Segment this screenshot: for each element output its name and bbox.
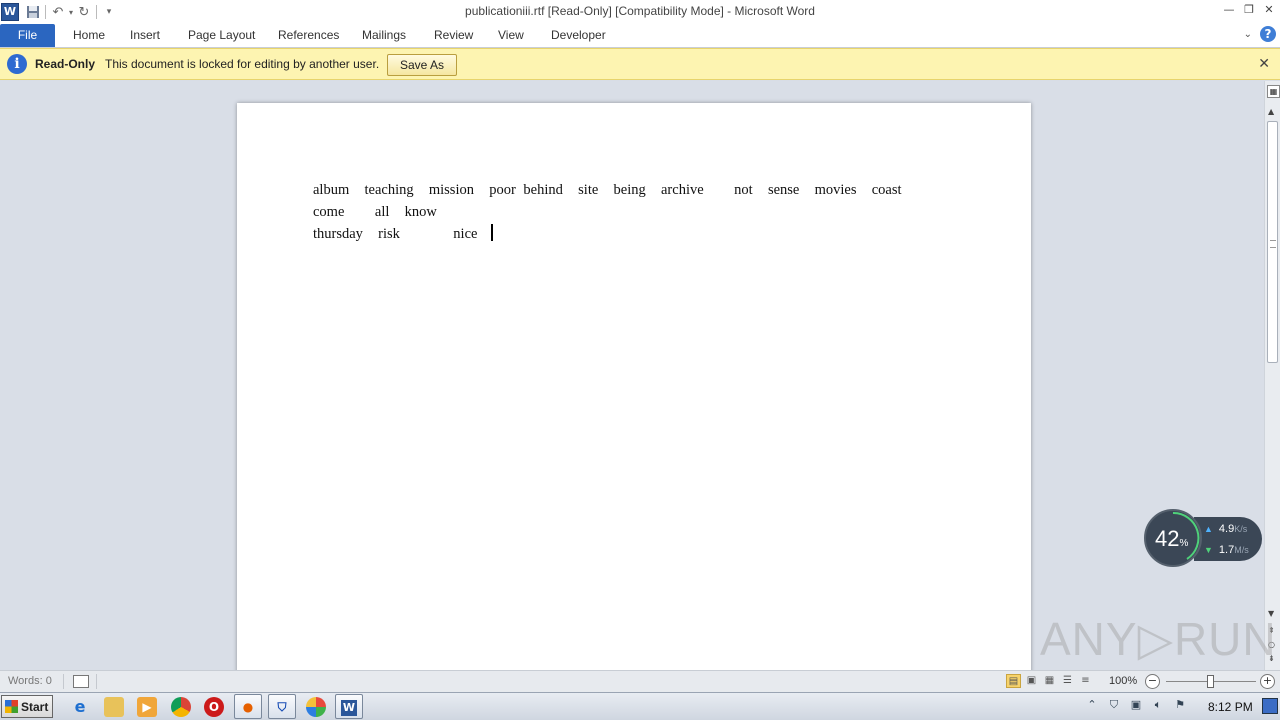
zoom-out-icon[interactable]: − bbox=[1145, 674, 1160, 689]
view-ruler-icon[interactable]: ▦ bbox=[1267, 85, 1280, 98]
upload-arrow-icon: ▲ bbox=[1204, 524, 1213, 534]
ribbon-tabs: File Home Insert Page Layout References … bbox=[0, 24, 1280, 48]
tab-references[interactable]: References bbox=[278, 24, 339, 47]
tab-developer[interactable]: Developer bbox=[551, 24, 606, 47]
tab-file[interactable]: File bbox=[0, 24, 55, 47]
status-separator bbox=[96, 674, 97, 689]
help-icon[interactable]: ? bbox=[1260, 26, 1276, 42]
chrome-icon[interactable] bbox=[171, 697, 191, 717]
zoom-in-icon[interactable]: + bbox=[1260, 674, 1275, 689]
tab-review[interactable]: Review bbox=[434, 24, 473, 47]
taskbar: Start e ▶ O ● ⛉ W ⌃ ⛉ ▣ 🔈︎ ⚑ 8:12 PM bbox=[0, 692, 1280, 720]
thumb-grip-icon bbox=[1270, 240, 1276, 248]
action-center-flag-icon[interactable]: ⚑ bbox=[1173, 698, 1187, 712]
network-icon[interactable]: ▣ bbox=[1129, 698, 1143, 712]
ribbon-collapse-icon[interactable]: ⌄ bbox=[1244, 29, 1252, 40]
close-icon[interactable]: ✕ bbox=[1262, 2, 1276, 16]
macro-recording-icon[interactable] bbox=[73, 675, 89, 688]
web-layout-icon[interactable]: ▦ bbox=[1042, 674, 1057, 688]
tab-insert[interactable]: Insert bbox=[130, 24, 160, 47]
security-app-icon[interactable]: ⛉ bbox=[268, 694, 296, 719]
opera-icon[interactable]: O bbox=[204, 697, 224, 717]
system-tray: ⌃ ⛉ ▣ 🔈︎ ⚑ bbox=[1085, 698, 1187, 712]
colorful-app-icon[interactable] bbox=[306, 697, 326, 717]
vertical-scrollbar[interactable]: ▦ ▲ ▼ ⇞ ○ ⇟ bbox=[1264, 81, 1280, 670]
download-speed: ▼ 1.7M/s bbox=[1204, 544, 1249, 556]
anyrun-watermark: ANY▷RUN bbox=[1040, 613, 1277, 665]
upload-value: 4.9 bbox=[1218, 523, 1235, 535]
start-label: Start bbox=[21, 699, 49, 714]
download-unit: M/s bbox=[1234, 545, 1249, 555]
start-button[interactable]: Start bbox=[1, 695, 53, 718]
tab-view[interactable]: View bbox=[498, 24, 524, 47]
media-player-icon[interactable]: ▶ bbox=[137, 697, 157, 717]
word-count[interactable]: Words: 0 bbox=[8, 675, 52, 687]
scroll-thumb[interactable] bbox=[1267, 121, 1278, 363]
firefox-icon[interactable]: ● bbox=[234, 694, 262, 719]
window-title: publicationiii.rtf [Read-Only] [Compatib… bbox=[465, 4, 815, 18]
show-desktop-icon[interactable] bbox=[1262, 698, 1278, 714]
window-controls: — ❐ ✕ bbox=[1222, 2, 1276, 16]
restore-icon[interactable]: ❐ bbox=[1242, 2, 1256, 16]
usage-percent: 42% bbox=[1155, 526, 1189, 551]
message-text: This document is locked for editing by a… bbox=[105, 57, 380, 71]
document-area[interactable]: album teaching mission poor behind site … bbox=[0, 81, 1264, 670]
outline-icon[interactable]: ☰ bbox=[1060, 674, 1075, 688]
network-speed-panel: ▲ 4.9K/s ▼ 1.7M/s bbox=[1194, 517, 1262, 561]
zoom-level[interactable]: 100% bbox=[1109, 675, 1137, 687]
save-as-button[interactable]: Save As bbox=[387, 54, 457, 76]
show-hidden-icons-icon[interactable]: ⌃ bbox=[1085, 698, 1099, 712]
draft-icon[interactable]: ≡ bbox=[1078, 674, 1093, 688]
scroll-up-icon[interactable]: ▲ bbox=[1268, 107, 1274, 116]
info-icon: i bbox=[7, 54, 27, 74]
message-title: Read-Only bbox=[35, 57, 96, 71]
upload-speed: ▲ 4.9K/s bbox=[1204, 523, 1247, 535]
title-bar: W ↶ ▾ ↻ ▾ publicationiii.rtf [Read-Only]… bbox=[0, 0, 1280, 25]
internet-explorer-icon[interactable]: e bbox=[70, 697, 90, 717]
word-taskbar-icon[interactable]: W bbox=[335, 694, 363, 719]
text-caret bbox=[491, 224, 494, 241]
document-body[interactable]: album teaching mission poor behind site … bbox=[313, 179, 933, 245]
read-only-message-bar: i Read-Only This document is locked for … bbox=[0, 48, 1280, 80]
tab-home[interactable]: Home bbox=[73, 24, 105, 47]
volume-icon[interactable]: 🔈︎ bbox=[1151, 698, 1165, 712]
ribbon-right-controls: ⌄ ? bbox=[1244, 26, 1276, 42]
view-buttons: ▤ ▣ ▦ ☰ ≡ bbox=[1006, 674, 1093, 688]
full-screen-reading-icon[interactable]: ▣ bbox=[1024, 674, 1039, 688]
status-bar: Words: 0 ▤ ▣ ▦ ☰ ≡ 100% − + bbox=[0, 670, 1280, 692]
zoom-slider-thumb[interactable] bbox=[1207, 675, 1214, 688]
download-arrow-icon: ▼ bbox=[1204, 545, 1213, 555]
document-page[interactable]: album teaching mission poor behind site … bbox=[237, 103, 1031, 670]
windows-logo-icon bbox=[5, 700, 18, 713]
defender-icon[interactable]: ⛉ bbox=[1107, 698, 1121, 712]
file-explorer-icon[interactable] bbox=[104, 697, 124, 717]
tab-mailings[interactable]: Mailings bbox=[362, 24, 406, 47]
network-monitor-widget[interactable]: ▲ 4.9K/s ▼ 1.7M/s 42% bbox=[1144, 509, 1264, 569]
status-separator bbox=[63, 674, 64, 689]
minimize-icon[interactable]: — bbox=[1222, 2, 1236, 16]
document-line-1: album teaching mission poor behind site … bbox=[313, 182, 910, 220]
usage-circle: 42% bbox=[1144, 509, 1202, 567]
document-line-2: thursday risk nice bbox=[313, 226, 486, 242]
tab-page-layout[interactable]: Page Layout bbox=[188, 24, 255, 47]
clock[interactable]: 8:12 PM bbox=[1208, 700, 1253, 714]
download-value: 1.7 bbox=[1218, 544, 1235, 556]
print-layout-icon[interactable]: ▤ bbox=[1006, 674, 1021, 688]
upload-unit: K/s bbox=[1234, 524, 1248, 534]
close-message-icon[interactable]: ✕ bbox=[1258, 56, 1270, 72]
